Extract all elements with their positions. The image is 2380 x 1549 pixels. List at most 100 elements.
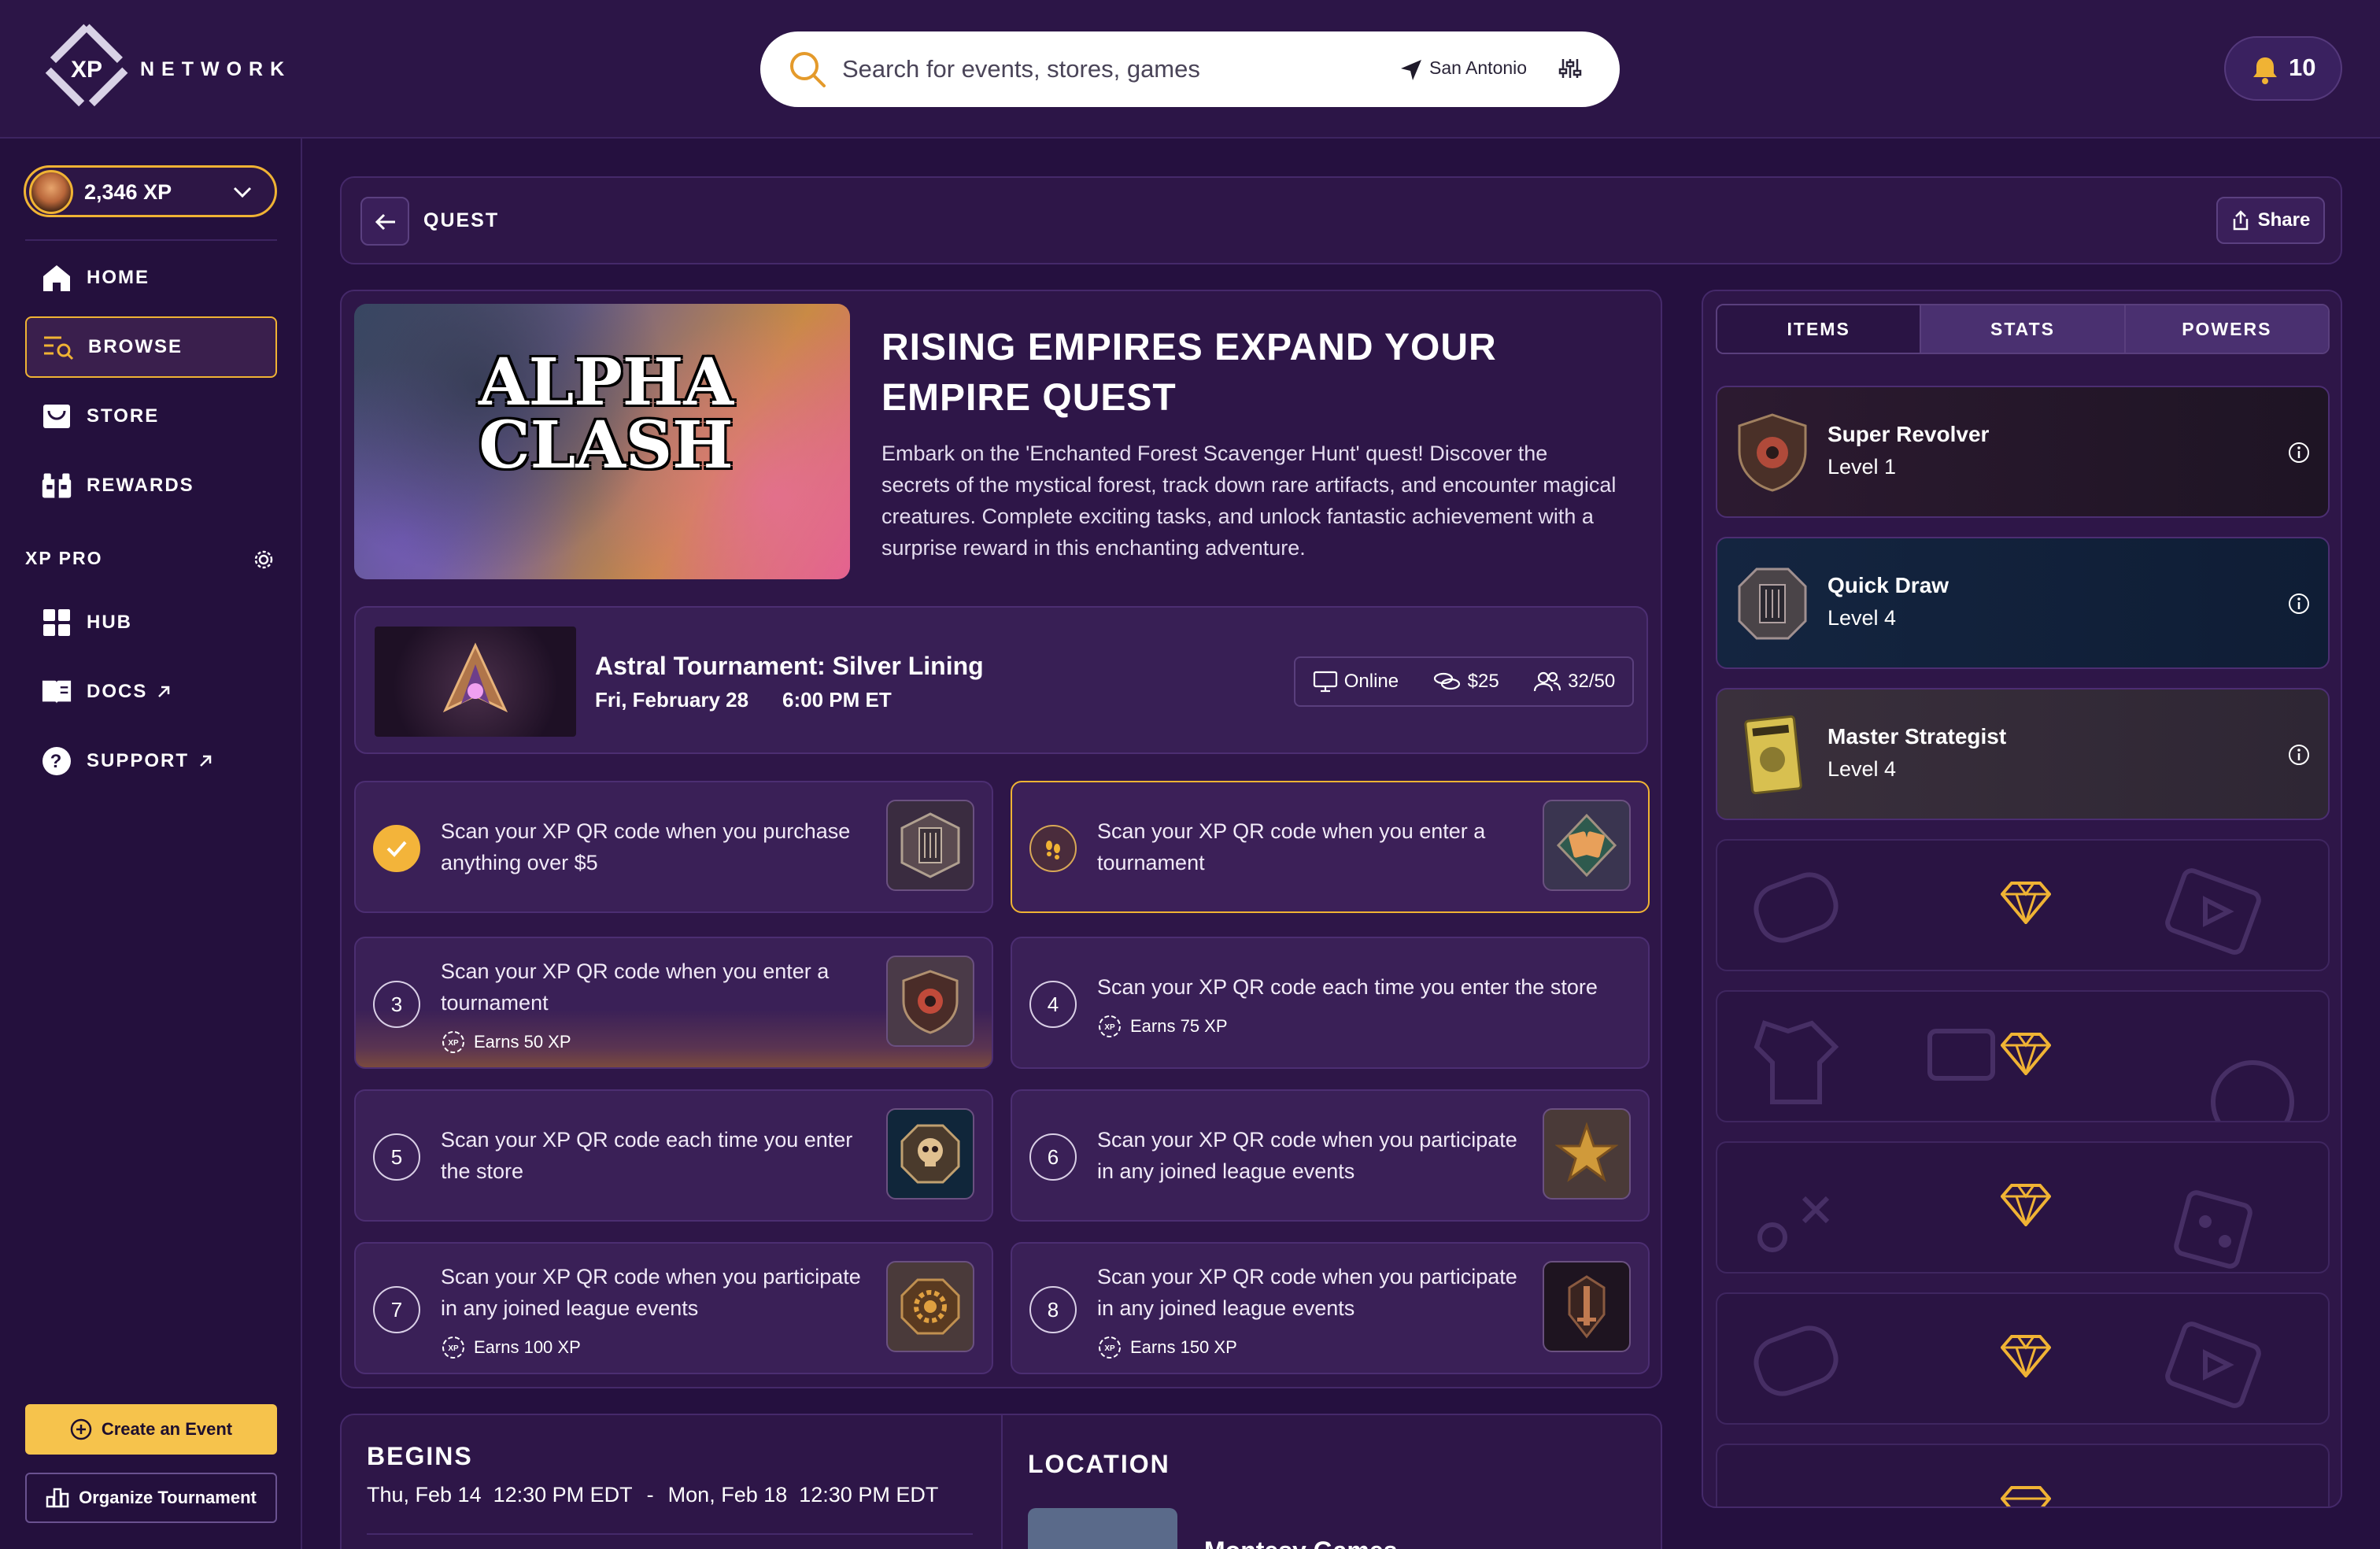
empty-item-slot[interactable] <box>1716 1292 2330 1425</box>
xp-coin-icon: XP <box>1097 1014 1122 1039</box>
avatar <box>29 170 73 214</box>
shield-badge-icon <box>1733 409 1812 496</box>
event-card[interactable]: Astral Tournament: Silver Lining Fri, Fe… <box>354 606 1648 754</box>
item-name: Super Revolver <box>1828 422 1990 446</box>
hero-art-text: ALPHA CLASH <box>478 345 734 483</box>
card-badge-icon <box>1733 712 1812 798</box>
gem-icon <box>2001 1033 2051 1075</box>
info-icon[interactable] <box>2287 441 2311 464</box>
star-badge-icon <box>1543 1108 1631 1200</box>
nav-support[interactable]: ? SUPPORT <box>25 730 277 792</box>
nav-docs[interactable]: DOCS <box>25 661 277 723</box>
gem-icon <box>2001 1335 2051 1377</box>
notification-count: 10 <box>2289 54 2316 81</box>
create-event-button[interactable]: Create an Event <box>25 1404 277 1455</box>
share-button[interactable]: Share <box>2216 197 2325 244</box>
task-number: 4 <box>1029 981 1077 1028</box>
quest-title: RISING EMPIRES EXPAND YOUR EMPIRE QUEST <box>881 327 1497 419</box>
item-level: Level 4 <box>1828 757 1897 781</box>
task-card-active[interactable]: Scan your XP QR code when you enter a to… <box>1011 781 1650 913</box>
svg-text:?: ? <box>50 751 64 772</box>
xp-balance-dropdown[interactable]: 2,346 XP <box>24 165 277 217</box>
home-icon <box>41 262 72 294</box>
task-card[interactable]: 4 Scan your XP QR code each time you ent… <box>1011 937 1650 1069</box>
empty-item-slot[interactable] <box>1716 1141 2330 1274</box>
location-heading: LOCATION <box>1028 1450 1170 1478</box>
inventory-item[interactable]: Quick Draw Level 4 <box>1716 537 2330 669</box>
item-name: Quick Draw <box>1828 573 1949 597</box>
svg-text:XP: XP <box>448 1039 459 1048</box>
back-button[interactable] <box>360 197 409 246</box>
inventory-item[interactable]: Super Revolver Level 1 <box>1716 386 2330 518</box>
page-title: QUEST <box>423 209 500 231</box>
nav-hub[interactable]: HUB <box>25 592 277 653</box>
tab-stats[interactable]: STATS <box>1920 305 2124 353</box>
nav-home[interactable]: HOME <box>25 247 277 309</box>
event-time: 6:00 PM ET <box>782 688 892 712</box>
search-icon <box>787 49 828 90</box>
rewards-icon <box>41 470 72 501</box>
monitor-icon <box>1313 671 1337 693</box>
nav-rewards[interactable]: REWARDS <box>25 455 277 516</box>
location-selector[interactable]: San Antonio <box>1429 57 1527 79</box>
sword-badge-icon <box>1543 1261 1631 1352</box>
nav-browse[interactable]: BROWSE <box>25 316 277 378</box>
event-thumbnail <box>375 627 576 737</box>
task-card[interactable]: 6 Scan your XP QR code when you particip… <box>1011 1089 1650 1222</box>
share-icon <box>2231 210 2250 231</box>
task-card[interactable]: 5 Scan your XP QR code each time you ent… <box>354 1089 993 1222</box>
inventory-tabs: ITEMS STATS POWERS <box>1716 304 2330 354</box>
divider <box>25 239 277 241</box>
tab-powers[interactable]: POWERS <box>2123 305 2328 353</box>
xp-pro-label: XP PRO <box>25 548 103 568</box>
empty-item-slot[interactable] <box>1716 1444 2330 1506</box>
notifications-button[interactable]: 10 <box>2224 36 2342 101</box>
brand-name: NETWORK <box>140 58 292 80</box>
search-bar[interactable]: San Antonio <box>760 31 1620 107</box>
nav-label: REWARDS <box>87 475 194 496</box>
map-thumbnail[interactable] <box>1028 1508 1177 1549</box>
quest-header-bar: QUEST Share <box>340 176 2342 264</box>
xp-logo[interactable]: XP <box>39 24 134 115</box>
task-card[interactable]: 8 Scan your XP QR code when you particip… <box>1011 1242 1650 1374</box>
task-card[interactable]: Scan your XP QR code when you purchase a… <box>354 781 993 913</box>
event-mode: Online <box>1313 671 1399 693</box>
xp-coin-icon: XP <box>1097 1335 1122 1360</box>
event-tags: Online $25 32/50 <box>1294 656 1634 707</box>
item-name: Master Strategist <box>1828 724 2007 749</box>
skull-badge-icon <box>886 1108 974 1200</box>
checkmark-icon <box>373 825 420 872</box>
filter-sliders-icon[interactable] <box>1558 57 1582 80</box>
info-icon[interactable] <box>2287 743 2311 767</box>
quest-details-panel: ALPHA CLASH RISING EMPIRES EXPAND YOUR E… <box>340 290 1662 1388</box>
task-card[interactable]: 3 Scan your XP QR code when you enter a … <box>354 937 993 1069</box>
empty-item-slot[interactable] <box>1716 839 2330 971</box>
task-text: Scan your XP QR code when you purchase a… <box>441 819 851 874</box>
tab-items[interactable]: ITEMS <box>1717 305 1920 353</box>
task-earn: XP Earns 75 XP <box>1097 1014 1228 1039</box>
xp-coin-icon: XP <box>441 1335 466 1360</box>
svg-text:XP: XP <box>1104 1023 1115 1032</box>
location-arrow-icon <box>1399 58 1423 82</box>
inventory-item[interactable]: Master Strategist Level 4 <box>1716 688 2330 820</box>
task-text: Scan your XP QR code when you participat… <box>441 1265 861 1320</box>
gear-icon[interactable] <box>250 546 277 573</box>
browse-icon <box>42 331 74 363</box>
arrow-left-icon <box>375 213 397 231</box>
book-icon <box>41 676 72 708</box>
task-number: 3 <box>373 981 420 1028</box>
info-icon[interactable] <box>2287 592 2311 616</box>
sidebar: 2,346 XP HOME BROWSE STORE REWARDS XP PR… <box>0 139 302 1549</box>
event-title: Astral Tournament: Silver Lining <box>595 652 984 680</box>
nav-store[interactable]: STORE <box>25 386 277 447</box>
organize-tournament-button[interactable]: Organize Tournament <box>25 1473 277 1523</box>
task-text: Scan your XP QR code each time you enter… <box>441 1128 853 1183</box>
svg-text:XP: XP <box>448 1344 459 1353</box>
search-input[interactable] <box>842 49 1393 90</box>
task-card[interactable]: 7 Scan your XP QR code when you particip… <box>354 1242 993 1374</box>
external-link-icon <box>198 754 213 768</box>
location-name[interactable]: Montesy Games <box>1204 1536 1397 1549</box>
chevron-down-icon <box>232 185 253 199</box>
task-text: Scan your XP QR code when you enter a to… <box>441 959 830 1015</box>
empty-item-slot[interactable] <box>1716 990 2330 1122</box>
